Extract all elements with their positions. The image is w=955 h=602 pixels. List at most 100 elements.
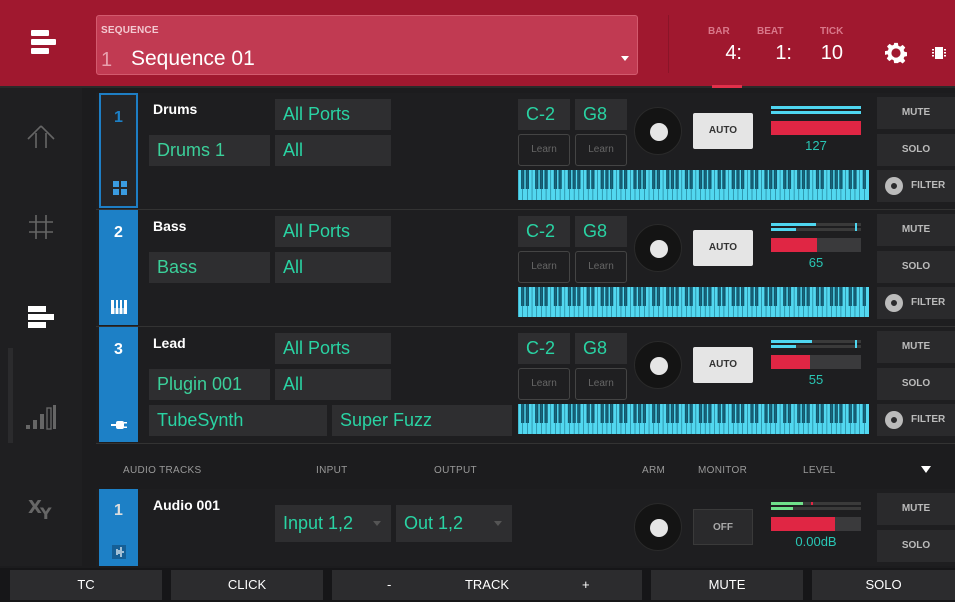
input-port-select[interactable]: All Ports	[275, 216, 391, 247]
audio-mute-button[interactable]: MUTE	[877, 493, 955, 525]
audio-track-row[interactable]: 1 Audio 001 Input 1,2 Out 1,2 OFF 0.00dB…	[96, 489, 955, 566]
arm-button[interactable]	[634, 107, 682, 155]
auto-arm-button[interactable]: AUTO	[693, 113, 753, 149]
track-name[interactable]: Lead	[153, 335, 186, 351]
track-view-button[interactable]	[0, 0, 82, 88]
low-note-value: C-2	[526, 338, 556, 358]
note-range-keyboard[interactable]	[518, 404, 869, 434]
meter-fill-bottom	[771, 228, 797, 231]
arm-button[interactable]	[634, 341, 682, 389]
gear-icon[interactable]	[885, 42, 907, 64]
learn-high-button[interactable]: Learn	[575, 368, 627, 400]
filter-button[interactable]: FILTER	[877, 170, 955, 202]
plugin-select[interactable]: TubeSynth	[149, 405, 327, 436]
monitor-button[interactable]: OFF	[693, 509, 753, 545]
audio-output-select[interactable]: Out 1,2	[396, 505, 512, 542]
audio-input-select[interactable]: Input 1,2	[275, 505, 391, 542]
nav-item-grid[interactable]	[0, 182, 82, 272]
tick-value[interactable]: 10	[805, 42, 843, 65]
mute-button[interactable]: MUTE	[877, 331, 955, 363]
beat-value[interactable]: 1:	[762, 42, 792, 65]
channel-select[interactable]: All	[275, 369, 391, 400]
track-row[interactable]: 2 Bass All Ports Bass All C-2 G8 Learn Learn AUTO…	[96, 210, 955, 327]
program-select[interactable]: Plugin 001	[149, 369, 270, 400]
low-note-field[interactable]: C-2	[518, 333, 570, 364]
input-port-select[interactable]: All Ports	[275, 333, 391, 364]
input-port-value: All Ports	[283, 338, 351, 358]
nav-item-mixer[interactable]	[0, 372, 82, 462]
high-note-field[interactable]: G8	[575, 333, 627, 364]
input-port-select[interactable]: All Ports	[275, 99, 391, 130]
arm-button[interactable]	[634, 224, 682, 272]
program-value: Bass	[157, 257, 198, 277]
nav-item-xy[interactable]: X Y	[0, 462, 82, 552]
channel-select[interactable]: All	[275, 252, 391, 283]
track-level-meter[interactable]: 65	[771, 223, 861, 270]
solo-button[interactable]: SOLO	[877, 251, 955, 283]
low-note-field[interactable]: C-2	[518, 99, 570, 130]
learn-low-button[interactable]: Learn	[518, 134, 570, 166]
mute-button[interactable]: MUTE	[877, 97, 955, 129]
chip-icon[interactable]	[931, 45, 947, 61]
click-button[interactable]: CLICK	[171, 570, 323, 600]
level-fader[interactable]	[771, 355, 861, 369]
program-select[interactable]: Bass	[149, 252, 270, 283]
filter-button[interactable]: FILTER	[877, 404, 955, 436]
meter-fill-top	[771, 502, 804, 505]
chevron-down-icon	[373, 521, 381, 526]
level-fader[interactable]	[771, 121, 861, 135]
sequence-number: 1	[101, 49, 113, 71]
level-heading: LEVEL	[803, 465, 836, 476]
chevron-down-icon[interactable]	[921, 466, 931, 473]
solo-button[interactable]: SOLO	[877, 368, 955, 400]
solo-mode-button[interactable]: SOLO	[812, 570, 955, 600]
track-next-button[interactable]: +	[582, 570, 590, 600]
arm-button[interactable]	[634, 503, 682, 551]
high-note-field[interactable]: G8	[575, 216, 627, 247]
learn-low-button[interactable]: Learn	[518, 368, 570, 400]
bar-value[interactable]: 4:	[712, 42, 742, 65]
audio-solo-button[interactable]: SOLO	[877, 530, 955, 562]
channel-select[interactable]: All	[275, 135, 391, 166]
low-note-field[interactable]: C-2	[518, 216, 570, 247]
level-fader[interactable]	[771, 238, 861, 252]
mute-button[interactable]: MUTE	[877, 214, 955, 246]
nav-item-tracks[interactable]	[0, 272, 82, 362]
level-value: 127	[805, 138, 827, 153]
learn-low-button[interactable]: Learn	[518, 251, 570, 283]
sequence-selector[interactable]: SEQUENCE 1 Sequence 01	[96, 15, 638, 75]
audio-track-number-cell[interactable]: 1	[99, 489, 138, 566]
auto-arm-button[interactable]: AUTO	[693, 230, 753, 266]
audio-track-name[interactable]: Audio 001	[153, 497, 220, 513]
track-level-meter[interactable]: 55	[771, 340, 861, 387]
note-range-keyboard[interactable]	[518, 287, 869, 317]
preset-select[interactable]: Super Fuzz	[332, 405, 512, 436]
program-select[interactable]: Drums 1	[149, 135, 270, 166]
auto-arm-button[interactable]: AUTO	[693, 347, 753, 383]
filter-knob-icon	[885, 177, 903, 195]
high-note-field[interactable]: G8	[575, 99, 627, 130]
track-level-meter[interactable]: 127	[771, 106, 861, 153]
track-row[interactable]: 3 Lead All Ports Plugin 001 All TubeSynth Supe…	[96, 327, 955, 444]
track-row[interactable]: 1 Drums All Ports Drums 1 All C-2 G8 Learn Learn…	[96, 93, 955, 210]
nav-item-main[interactable]	[0, 92, 82, 182]
track-name[interactable]: Bass	[153, 218, 186, 234]
sequence-name: Sequence 01	[131, 47, 255, 70]
meter-peak-top	[811, 502, 813, 505]
track-number-cell[interactable]: 2	[99, 210, 138, 325]
track-number-cell[interactable]: 1	[99, 93, 138, 208]
mute-mode-button[interactable]: MUTE	[651, 570, 803, 600]
level-fader-fill	[771, 517, 835, 531]
learn-high-button[interactable]: Learn	[575, 251, 627, 283]
audio-level-meter[interactable]: 0.00dB	[771, 502, 861, 549]
tc-button[interactable]: TC	[10, 570, 162, 600]
program-value: Plugin 001	[157, 374, 243, 394]
filter-button[interactable]: FILTER	[877, 287, 955, 319]
track-number-cell[interactable]: 3	[99, 327, 138, 442]
level-fader[interactable]	[771, 517, 861, 531]
keyboard-keys	[518, 287, 866, 317]
track-name[interactable]: Drums	[153, 101, 197, 117]
learn-high-button[interactable]: Learn	[575, 134, 627, 166]
note-range-keyboard[interactable]	[518, 170, 869, 200]
solo-button[interactable]: SOLO	[877, 134, 955, 166]
